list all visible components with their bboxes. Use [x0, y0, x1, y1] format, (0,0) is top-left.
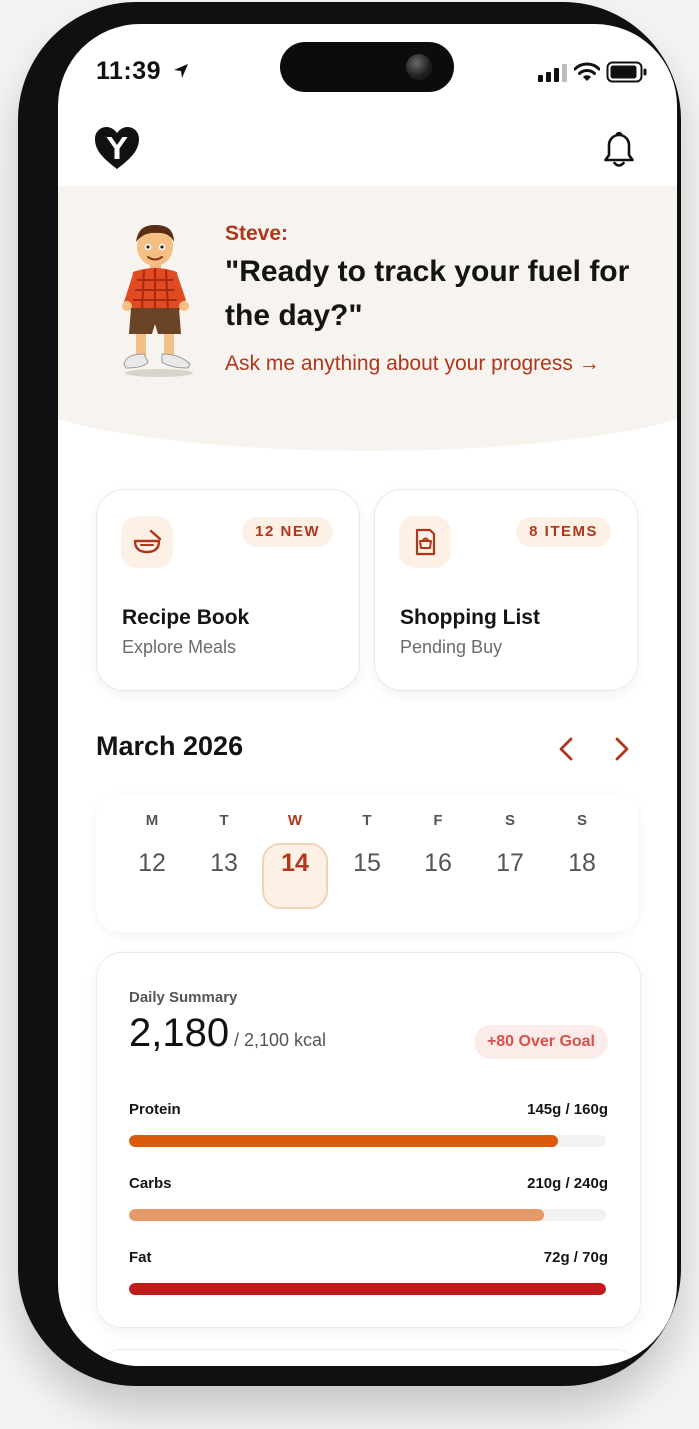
- camera-icon: [406, 54, 432, 80]
- shopping-list-title: Shopping List: [400, 606, 540, 629]
- battery-icon: [606, 61, 647, 83]
- calendar-day-selected[interactable]: 14: [262, 849, 328, 878]
- calendar-day[interactable]: 15: [334, 849, 400, 878]
- logo-heart-y-icon[interactable]: [94, 126, 140, 170]
- wifi-icon: [574, 62, 600, 81]
- weekday-label: T: [219, 812, 229, 829]
- protein-progress-fill: [129, 1135, 559, 1147]
- week-strip: M T W T F S S 12 13 14 15 16 17 18: [96, 794, 639, 932]
- carbs-progress-track: [129, 1209, 606, 1221]
- carbs-progress-fill: [129, 1209, 544, 1221]
- shopping-items-badge: 8 ITEMS: [516, 517, 611, 547]
- protein-progress-track: [129, 1135, 606, 1147]
- daily-summary-card[interactable]: Daily Summary 2,180 / 2,100 kcal +80 Ove…: [96, 952, 641, 1328]
- shopping-list-subtitle: Pending Buy: [400, 637, 503, 657]
- chevron-right-icon[interactable]: [604, 732, 638, 766]
- shopping-icon-tile: [399, 516, 451, 568]
- signal-icon: [538, 64, 567, 82]
- ask-coach-link[interactable]: Ask me anything about your progress →: [225, 352, 600, 376]
- summary-label: Daily Summary: [129, 989, 238, 1006]
- coach-name: Steve:: [225, 222, 289, 245]
- recipe-new-badge: 12 NEW: [242, 517, 333, 547]
- recipe-book-title: Recipe Book: [122, 606, 250, 629]
- weekday-label: F: [433, 812, 443, 829]
- calendar-day[interactable]: 16: [405, 849, 471, 878]
- receipt-icon: [415, 528, 436, 556]
- bowl-icon: [133, 529, 162, 554]
- fat-progress-track: [129, 1283, 606, 1295]
- calendar-day[interactable]: 12: [119, 849, 185, 878]
- status-time: 11:39: [96, 57, 190, 86]
- next-section-card: [96, 1349, 641, 1366]
- calendar-day[interactable]: 18: [549, 849, 615, 878]
- weekday-label: M: [145, 812, 159, 829]
- status-time-text: 11:39: [96, 57, 162, 85]
- macro-name: Fat: [129, 1249, 152, 1266]
- calories-consumed: 2,180: [129, 1011, 230, 1055]
- macro-value: 210g / 240g: [527, 1175, 608, 1192]
- calendar-day[interactable]: 17: [477, 849, 543, 878]
- weekday-label-selected: W: [287, 812, 303, 829]
- macro-name: Carbs: [129, 1175, 172, 1192]
- macro-value: 145g / 160g: [527, 1101, 608, 1118]
- macro-name: Protein: [129, 1101, 181, 1118]
- chevron-left-icon[interactable]: [550, 732, 584, 766]
- location-arrow-icon: [173, 64, 188, 78]
- coach-avatar[interactable]: [114, 220, 200, 380]
- weekday-label: S: [504, 812, 515, 829]
- fat-progress-fill: [129, 1283, 606, 1295]
- calorie-goal: / 2,100 kcal: [234, 1030, 327, 1050]
- app-screen: 11:39 Steve: "Ready to track your fuel f…: [58, 24, 677, 1366]
- coach-message: "Ready to track your fuel for the day?": [225, 255, 630, 332]
- recipe-book-card[interactable]: 12 NEW Recipe Book Explore Meals: [96, 489, 360, 691]
- weekday-label: T: [362, 812, 372, 829]
- recipe-icon-tile: [121, 516, 173, 568]
- phone-frame: 11:39 Steve: "Ready to track your fuel f…: [18, 2, 681, 1386]
- dynamic-island: [280, 42, 454, 92]
- macro-value: 72g / 70g: [543, 1249, 608, 1266]
- shopping-list-card[interactable]: 8 ITEMS Shopping List Pending Buy: [374, 489, 638, 691]
- recipe-book-subtitle: Explore Meals: [122, 637, 237, 657]
- bell-icon[interactable]: [602, 130, 636, 168]
- calendar-month-title: March 2026: [96, 731, 244, 761]
- over-goal-badge: +80 Over Goal: [473, 1025, 608, 1059]
- calendar-day[interactable]: 13: [191, 849, 257, 878]
- weekday-label: S: [576, 812, 587, 829]
